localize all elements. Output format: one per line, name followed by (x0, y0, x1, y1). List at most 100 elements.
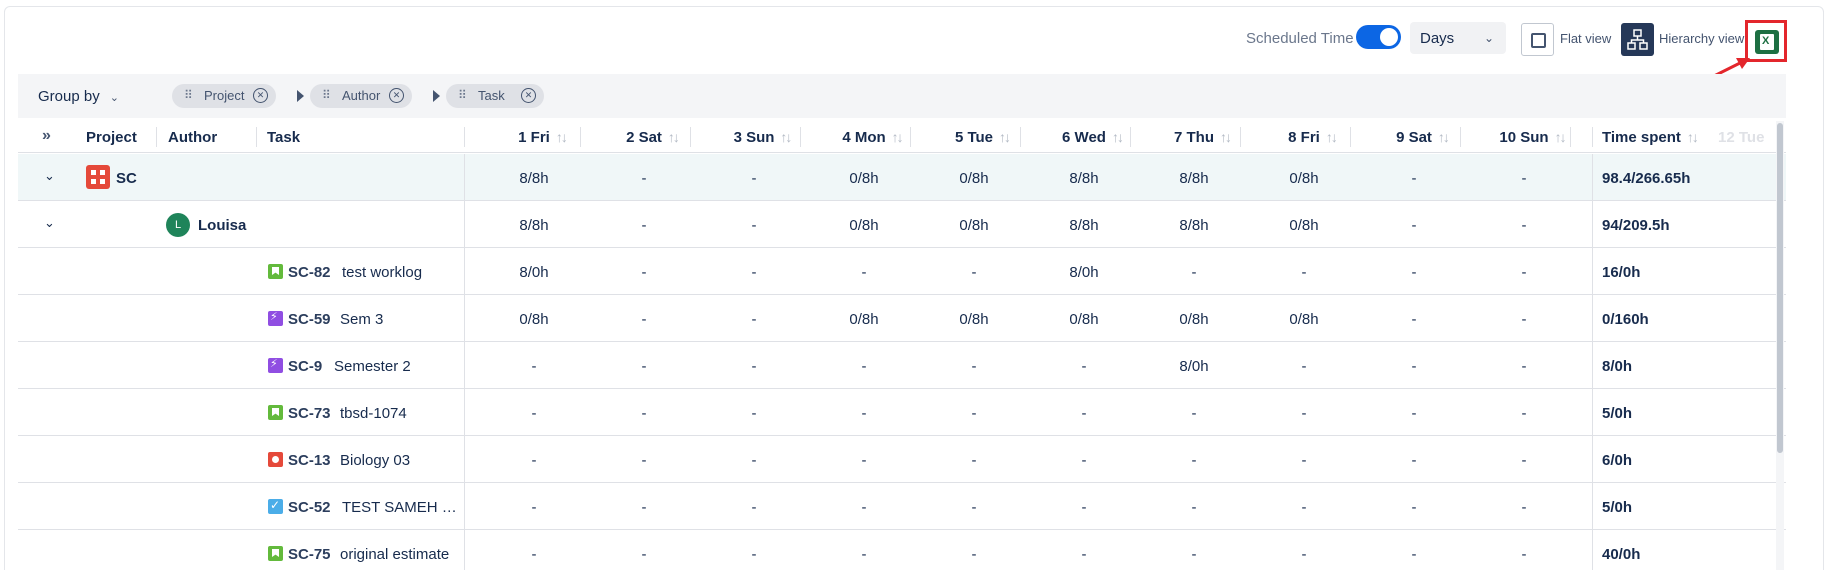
column-divider[interactable] (156, 127, 157, 147)
sort-icon[interactable]: ↑↓ (1326, 129, 1338, 145)
chevron-down-icon[interactable]: ⌄ (44, 215, 55, 231)
day-cell[interactable]: - (704, 499, 804, 516)
day-cell[interactable]: 8/8h (1034, 217, 1134, 234)
period-select[interactable]: Days ⌄ (1410, 22, 1506, 54)
issue-key[interactable]: SC-9 (288, 358, 322, 375)
column-divider[interactable] (1130, 127, 1131, 147)
sort-icon[interactable]: ↑↓ (1438, 129, 1450, 145)
day-cell[interactable]: - (1364, 217, 1464, 234)
day-cell[interactable]: - (704, 452, 804, 469)
day-cell[interactable]: 8/0h (1034, 264, 1134, 281)
day-cell[interactable]: - (1144, 264, 1244, 281)
day-cell[interactable]: - (1144, 546, 1244, 563)
day-cell[interactable]: - (814, 358, 914, 375)
day-cell[interactable]: 0/8h (1144, 311, 1244, 328)
flat-view-checkbox[interactable] (1521, 23, 1554, 56)
author-row[interactable]: ⌄ L Louisa 8/8h - -0/8h 0/8h 8/8h 8/8h 0/8h - - … (18, 201, 1786, 248)
day-cell[interactable]: - (704, 405, 804, 422)
day-cell[interactable]: - (594, 405, 694, 422)
day-cell[interactable]: - (924, 264, 1024, 281)
issue-key[interactable]: SC-73 (288, 405, 331, 422)
day-cell[interactable]: - (1034, 405, 1134, 422)
day-cell[interactable]: - (1364, 405, 1464, 422)
day-cell[interactable]: - (924, 546, 1024, 563)
day-cell[interactable]: - (1364, 452, 1464, 469)
day-cell[interactable]: - (1034, 546, 1134, 563)
issue-key[interactable]: SC-52 (288, 499, 331, 516)
day-cell[interactable]: - (1474, 358, 1574, 375)
day-cell[interactable]: - (704, 264, 804, 281)
issue-key[interactable]: SC-75 (288, 546, 331, 563)
day-cell[interactable]: - (924, 405, 1024, 422)
day-cell[interactable]: - (924, 358, 1024, 375)
issue-row[interactable]: SC-52TEST SAMEH …----------5/0h (18, 483, 1786, 530)
day-cell[interactable]: - (1364, 546, 1464, 563)
day-cell[interactable]: - (484, 546, 584, 563)
day-cell[interactable]: - (1254, 546, 1354, 563)
vertical-scrollbar[interactable] (1776, 121, 1784, 570)
day-cell[interactable]: - (594, 311, 694, 328)
day-cell[interactable]: - (704, 358, 804, 375)
sort-icon[interactable]: ↑↓ (999, 129, 1011, 145)
day-cell[interactable]: 0/8h (924, 311, 1024, 328)
day-cell[interactable]: - (814, 546, 914, 563)
day-cell[interactable]: - (704, 546, 804, 563)
day-cell[interactable]: - (1034, 452, 1134, 469)
day-cell[interactable]: - (594, 264, 694, 281)
chevron-down-icon[interactable]: ⌄ (44, 168, 55, 184)
header-day[interactable]: 7 Thu ↑↓ (1156, 129, 1248, 146)
drag-handle-icon[interactable]: ⠿ (184, 88, 193, 102)
day-cell[interactable]: 0/8h (1254, 311, 1354, 328)
issue-row[interactable]: SC-73 tbsd-1074- - - - - - - - - -5/0h (18, 389, 1786, 436)
day-cell[interactable]: 8/8h (484, 217, 584, 234)
day-cell[interactable]: - (1254, 405, 1354, 422)
day-cell[interactable]: - (1474, 311, 1574, 328)
day-cell[interactable]: 0/8h (924, 170, 1024, 187)
expand-all-icon[interactable]: » (42, 127, 51, 145)
day-cell[interactable]: - (1254, 499, 1354, 516)
header-day[interactable]: 2 Sat ↑↓ (606, 129, 698, 146)
remove-chip-icon[interactable]: ✕ (253, 88, 268, 103)
day-cell[interactable]: - (484, 358, 584, 375)
day-cell[interactable]: - (1254, 452, 1354, 469)
day-cell[interactable]: - (594, 546, 694, 563)
sort-icon[interactable]: ↑↓ (556, 129, 568, 145)
sort-icon[interactable]: ↑↓ (892, 129, 904, 145)
header-day[interactable]: 4 Mon ↑↓ (826, 129, 918, 146)
day-cell[interactable]: - (1364, 170, 1464, 187)
day-cell[interactable]: - (924, 452, 1024, 469)
column-divider[interactable] (910, 127, 911, 147)
issue-row[interactable]: SC-75 original estimate - - - - - - - - - -40/0h (18, 530, 1786, 570)
day-cell[interactable]: - (704, 217, 804, 234)
column-divider[interactable] (1592, 127, 1593, 147)
day-cell[interactable]: - (1474, 452, 1574, 469)
column-divider[interactable] (1350, 127, 1351, 147)
issue-row[interactable]: SC-13 Biology 03- - - - - - - - - -6/0h (18, 436, 1786, 483)
day-cell[interactable]: - (1144, 499, 1244, 516)
column-divider[interactable] (1460, 127, 1461, 147)
day-cell[interactable]: - (594, 170, 694, 187)
issue-row[interactable]: SC-9Semester 2------8/0h---8/0h (18, 342, 1786, 389)
header-day[interactable]: 10 Sun ↑↓ (1486, 129, 1578, 146)
day-cell[interactable]: - (814, 499, 914, 516)
issue-key[interactable]: SC-82 (288, 264, 331, 281)
column-divider[interactable] (580, 127, 581, 147)
day-cell[interactable]: 8/8h (1034, 170, 1134, 187)
day-cell[interactable]: - (1144, 405, 1244, 422)
day-cell[interactable]: - (1034, 358, 1134, 375)
remove-chip-icon[interactable]: ✕ (521, 88, 536, 103)
day-cell[interactable]: - (814, 405, 914, 422)
day-cell[interactable]: 8/8h (1144, 217, 1244, 234)
day-cell[interactable]: - (1254, 264, 1354, 281)
sort-icon[interactable]: ↑↓ (1687, 129, 1699, 145)
header-day[interactable]: 9 Sat ↑↓ (1376, 129, 1468, 146)
day-cell[interactable]: - (1474, 217, 1574, 234)
day-cell[interactable]: - (1474, 405, 1574, 422)
day-cell[interactable]: - (484, 499, 584, 516)
sort-icon[interactable]: ↑↓ (668, 129, 680, 145)
day-cell[interactable]: 0/8h (814, 311, 914, 328)
header-day[interactable]: 8 Fri ↑↓ (1266, 129, 1358, 146)
group-by-dropdown[interactable]: Group by ⌄ (38, 88, 119, 105)
column-divider[interactable] (1240, 127, 1241, 147)
column-divider[interactable] (464, 127, 465, 147)
